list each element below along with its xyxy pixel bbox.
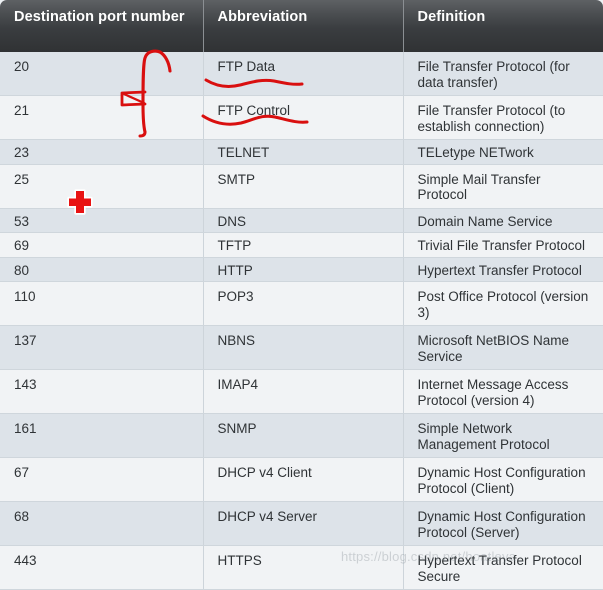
table-row: 67 DHCP v4 Client Dynamic Host Configura… [0,457,603,502]
cell-port: 53 [0,208,204,233]
cell-definition: Trivial File Transfer Protocol [403,232,603,258]
cell-definition: Hypertext Transfer Protocol Secure [403,545,603,590]
table-row: 53 DNS Domain Name Service [0,208,603,233]
table-header: Destination port number Abbreviation Def… [0,0,603,52]
cell-port: 67 [0,457,204,502]
cell-port: 443 [0,545,204,590]
cell-abbreviation: POP3 [203,281,404,326]
cell-port: 21 [0,95,204,140]
table-row: 25 SMTP Simple Mail Transfer Protocol [0,164,603,209]
table-row: 69 TFTP Trivial File Transfer Protocol [0,232,603,258]
column-header-definition: Definition [403,0,603,52]
cell-definition: Hypertext Transfer Protocol [403,257,603,282]
cell-port: 80 [0,257,204,282]
cell-abbreviation: SMTP [203,164,404,209]
cell-port: 143 [0,369,204,414]
cell-port: 69 [0,232,204,258]
cell-definition: TELetype NETwork [403,139,603,165]
table-header-row: Destination port number Abbreviation Def… [0,0,603,52]
cell-abbreviation: DHCP v4 Server [203,501,404,546]
cell-definition: Dynamic Host Configuration Protocol (Cli… [403,457,603,502]
table-row: 21 FTP Control File Transfer Protocol (t… [0,95,603,140]
table-row: 23 TELNET TELetype NETwork [0,139,603,165]
cell-abbreviation: SNMP [203,413,404,458]
table-row: 443 HTTPS Hypertext Transfer Protocol Se… [0,545,603,590]
cell-abbreviation: FTP Data [203,52,404,96]
table-row: 137 NBNS Microsoft NetBIOS Name Service [0,325,603,370]
port-number-table-container: Destination port number Abbreviation Def… [0,0,603,590]
table-row: 68 DHCP v4 Server Dynamic Host Configura… [0,501,603,546]
cell-port: 25 [0,164,204,209]
cell-port: 161 [0,413,204,458]
cell-port: 20 [0,52,204,96]
cell-abbreviation: FTP Control [203,95,404,140]
cell-definition: Dynamic Host Configuration Protocol (Ser… [403,501,603,546]
cell-port: 137 [0,325,204,370]
cell-abbreviation: IMAP4 [203,369,404,414]
column-header-abbreviation: Abbreviation [203,0,404,52]
cell-definition: Internet Message Access Protocol (versio… [403,369,603,414]
table-row: 110 POP3 Post Office Protocol (version 3… [0,281,603,326]
cell-port: 68 [0,501,204,546]
cell-definition: Post Office Protocol (version 3) [403,281,603,326]
cell-abbreviation: NBNS [203,325,404,370]
table-row: 143 IMAP4 Internet Message Access Protoc… [0,369,603,414]
cell-definition: File Transfer Protocol (for data transfe… [403,52,603,96]
cell-port: 110 [0,281,204,326]
cell-abbreviation: HTTPS [203,545,404,590]
cell-port: 23 [0,139,204,165]
cell-abbreviation: TFTP [203,232,404,258]
cell-definition: Simple Network Management Protocol [403,413,603,458]
column-header-destination-port-number: Destination port number [0,0,204,52]
cell-abbreviation: HTTP [203,257,404,282]
cell-definition: Microsoft NetBIOS Name Service [403,325,603,370]
table-row: 161 SNMP Simple Network Management Proto… [0,413,603,458]
cell-definition: File Transfer Protocol (to establish con… [403,95,603,140]
cell-abbreviation: DNS [203,208,404,233]
cell-abbreviation: TELNET [203,139,404,165]
cell-abbreviation: DHCP v4 Client [203,457,404,502]
table-body: 20 FTP Data File Transfer Protocol (for … [0,52,603,590]
table-row: 80 HTTP Hypertext Transfer Protocol [0,257,603,282]
cell-definition: Domain Name Service [403,208,603,233]
table-row: 20 FTP Data File Transfer Protocol (for … [0,52,603,96]
cell-definition: Simple Mail Transfer Protocol [403,164,603,209]
destination-port-table: Destination port number Abbreviation Def… [0,0,603,590]
